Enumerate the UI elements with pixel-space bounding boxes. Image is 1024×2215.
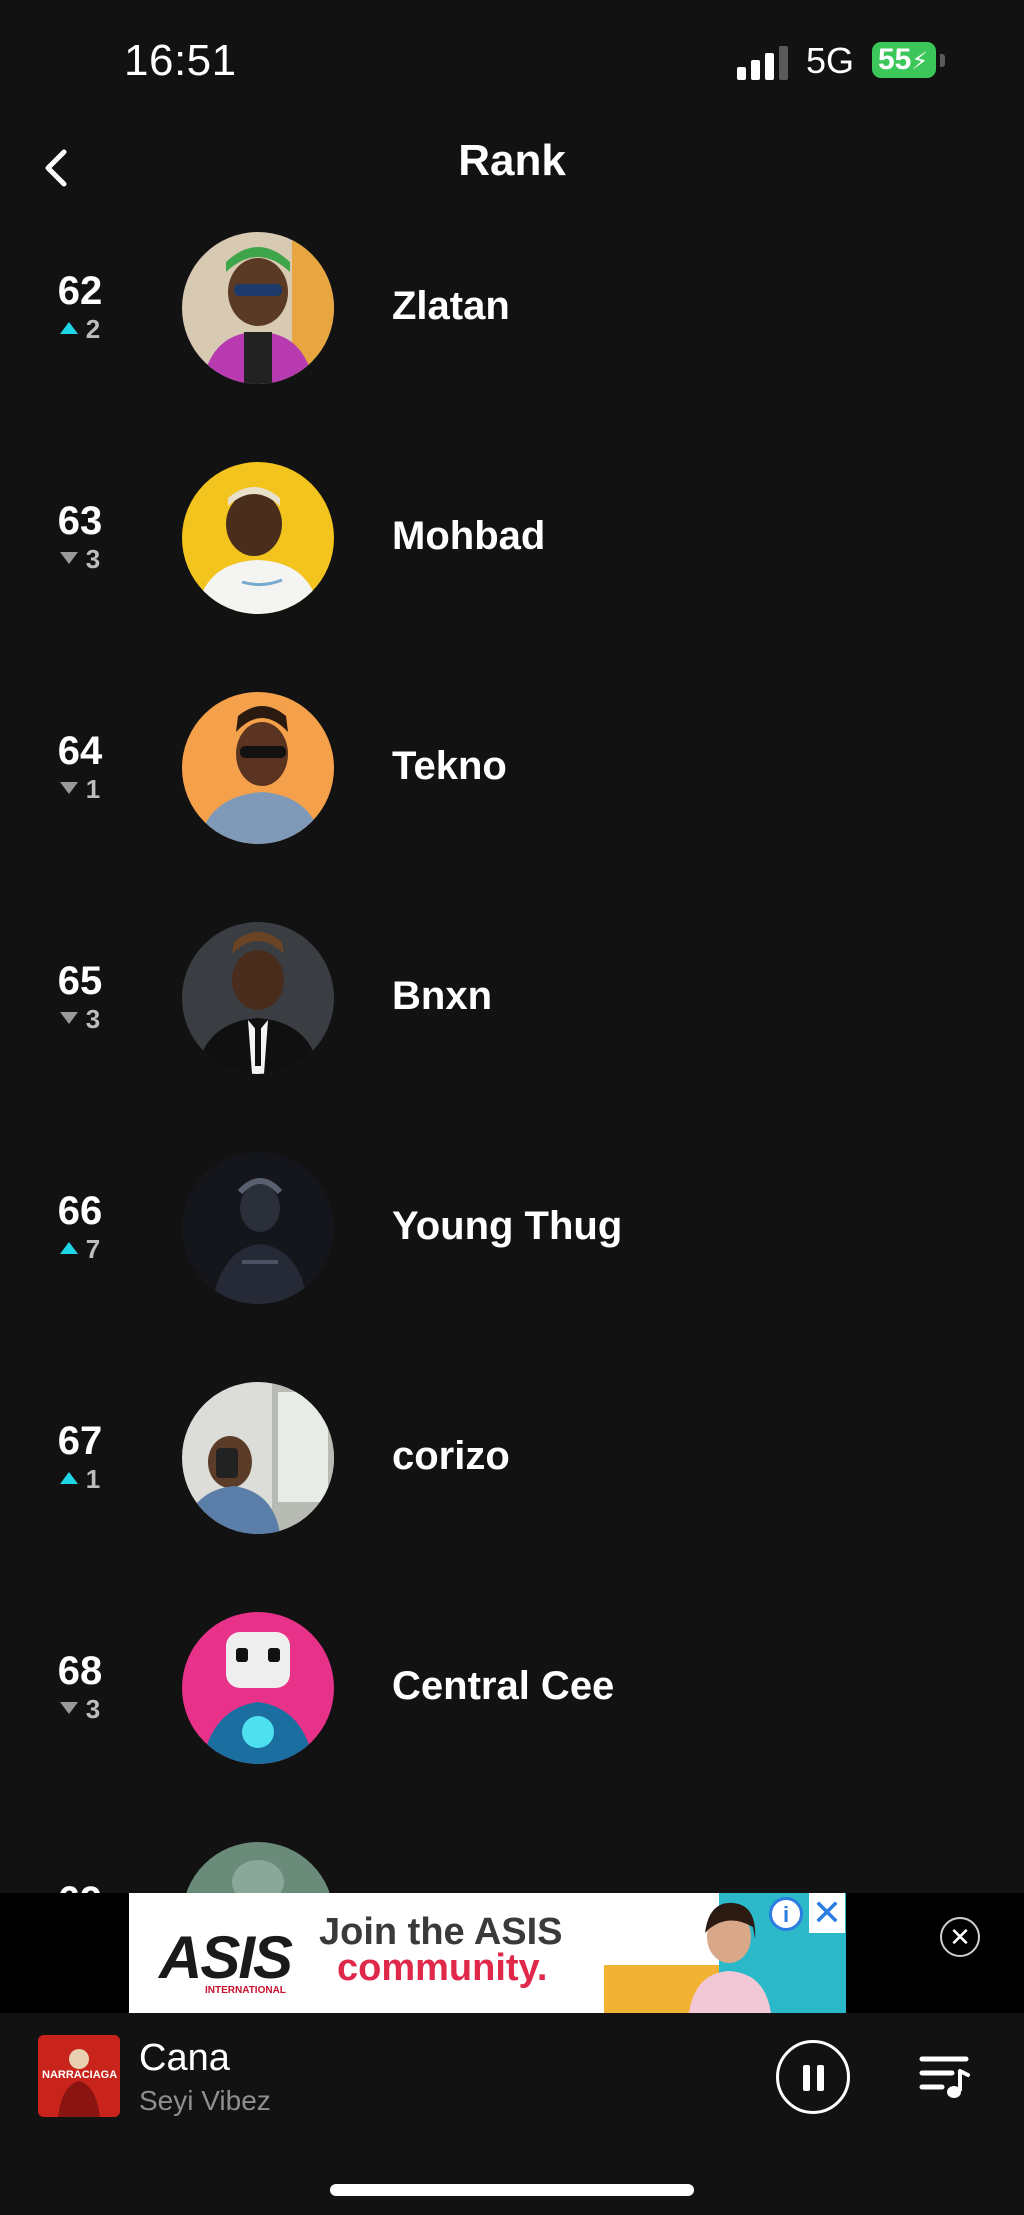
page-title: Rank: [458, 136, 566, 185]
avatar[interactable]: [182, 1382, 334, 1534]
network-label: 5G: [806, 40, 855, 81]
rank-change: 1: [40, 774, 120, 804]
arrow-up-icon: [59, 1472, 78, 1485]
pause-button[interactable]: [776, 2040, 850, 2114]
ad-banner[interactable]: ASIS INTERNATIONAL Join the ASIS communi…: [129, 1893, 846, 2013]
rank-number: 65: [57, 959, 103, 1003]
rank-number: 64: [57, 729, 103, 773]
ad-bar: ASIS INTERNATIONAL Join the ASIS communi…: [0, 1893, 1024, 2013]
artist-name: Bnxn: [392, 974, 492, 1018]
list-item[interactable]: 65 3 Bnxn: [0, 922, 1024, 1152]
battery-level: 55: [878, 43, 912, 76]
header: Rank: [0, 120, 1024, 210]
rank-block: 68 3: [40, 1648, 120, 1724]
mini-player[interactable]: NARRACIAGA Cana Seyi Vibez: [0, 2013, 1024, 2133]
rank-block: 65 3: [40, 958, 120, 1034]
list-item[interactable]: 63 3 Mohbad: [0, 462, 1024, 692]
album-cover[interactable]: NARRACIAGA: [38, 2035, 120, 2117]
rank-number: 68: [57, 1649, 103, 1693]
song-title: Cana: [139, 2037, 230, 2079]
arrow-up-icon: [59, 322, 78, 335]
rank-number: 67: [57, 1419, 103, 1463]
rank-number: 62: [57, 269, 103, 313]
rank-block: 64 1: [40, 728, 120, 804]
rank-change: 3: [40, 1004, 120, 1034]
battery-tip: [940, 54, 945, 67]
list-item[interactable]: 66 7 Young Thug: [0, 1152, 1024, 1382]
rank-change: 2: [40, 314, 120, 344]
artist-name: corizo: [392, 1434, 510, 1478]
artist-name: Zlatan: [392, 284, 510, 328]
avatar[interactable]: [182, 232, 334, 384]
rank-block: 63 3: [40, 498, 120, 574]
artist-name: Young Thug: [392, 1204, 623, 1248]
artist-name: Tekno: [392, 744, 507, 788]
rank-number: 63: [57, 499, 103, 543]
rank-change: 3: [40, 1694, 120, 1724]
arrow-up-icon: [59, 1242, 78, 1255]
artist-name: Mohbad: [392, 514, 546, 558]
battery-icon: 55⚡: [872, 42, 936, 78]
status-bar: 16:51 5G 55⚡: [0, 0, 1024, 120]
rank-list[interactable]: 62 2 Zlatan 63 3 Mohbad 64 1 Tekno 65 3 …: [0, 232, 1024, 2072]
rank-block: 62 2: [40, 268, 120, 344]
artist-name: Central Cee: [392, 1664, 615, 1708]
cover-text: NARRACIAGA: [42, 2069, 118, 2081]
rank-change: 3: [40, 544, 120, 574]
arrow-down-icon: [59, 1012, 78, 1025]
playlist-icon[interactable]: [916, 2047, 974, 2105]
ad-logo-sub: INTERNATIONAL: [205, 1985, 286, 1996]
rank-number: 66: [57, 1189, 103, 1233]
avatar[interactable]: [182, 462, 334, 614]
arrow-down-icon: [59, 552, 78, 565]
rank-change: 1: [40, 1464, 120, 1494]
ad-dismiss-icon[interactable]: ✕: [809, 1893, 845, 1933]
arrow-down-icon: [59, 1702, 78, 1715]
rank-block: 67 1: [40, 1418, 120, 1494]
status-time: 16:51: [124, 36, 237, 85]
song-artist: Seyi Vibez: [139, 2085, 271, 2116]
signal-icon: [737, 44, 791, 80]
rank-change: 7: [40, 1234, 120, 1264]
avatar[interactable]: [182, 692, 334, 844]
list-item[interactable]: 68 3 Central Cee: [0, 1612, 1024, 1842]
info-icon[interactable]: i: [769, 1897, 803, 1931]
avatar[interactable]: [182, 1612, 334, 1764]
ad-subheadline: community.: [337, 1947, 548, 1989]
home-indicator: [330, 2184, 694, 2196]
list-item[interactable]: 62 2 Zlatan: [0, 232, 1024, 462]
list-item[interactable]: 64 1 Tekno: [0, 692, 1024, 922]
close-icon[interactable]: ✕: [940, 1917, 980, 1957]
ad-logo: ASIS: [159, 1924, 293, 1991]
avatar[interactable]: [182, 922, 334, 1074]
rank-block: 66 7: [40, 1188, 120, 1264]
avatar[interactable]: [182, 1152, 334, 1304]
arrow-down-icon: [59, 782, 78, 795]
list-item[interactable]: 67 1 corizo: [0, 1382, 1024, 1612]
